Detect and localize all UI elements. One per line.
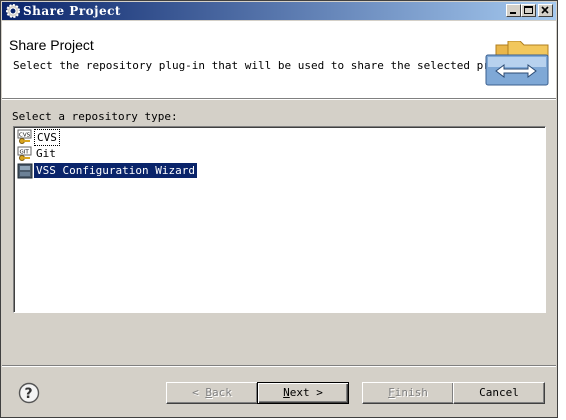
close-icon [541, 6, 549, 14]
banner-separator [2, 99, 556, 100]
git-icon: GIT [17, 146, 32, 161]
close-button[interactable] [538, 4, 553, 17]
page-title: Share Project [9, 37, 94, 53]
minimize-button[interactable] [506, 4, 521, 17]
cvs-icon: CVS [17, 129, 32, 144]
svg-text:GIT: GIT [20, 150, 30, 156]
svg-text:CVS: CVS [19, 133, 31, 139]
share-project-dialog: Share Project Share Project Select the r… [0, 0, 558, 418]
list-item-label: CVS [34, 129, 60, 146]
repository-type-list[interactable]: CVS CVS GIT Git VSS Configuration Wizard [13, 126, 546, 313]
finish-button[interactable]: Finish [362, 382, 454, 404]
vss-icon [17, 163, 33, 179]
eclipse-gear-icon [6, 4, 20, 18]
title-bar[interactable]: Share Project [2, 2, 556, 20]
page-description: Select the repository plug-in that will … [13, 59, 530, 72]
list-item-label: Git [36, 147, 56, 160]
help-icon[interactable]: ? [18, 382, 40, 404]
wizard-banner: Share Project Select the repository plug… [2, 21, 556, 99]
back-button[interactable]: < Back [166, 382, 258, 404]
minimize-icon [510, 12, 516, 14]
maximize-button[interactable] [521, 4, 536, 17]
repository-type-label: Select a repository type: [12, 110, 178, 123]
cancel-button[interactable]: Cancel [453, 382, 545, 404]
maximize-icon [524, 6, 533, 14]
share-folders-icon [485, 41, 549, 86]
window-title: Share Project [23, 4, 121, 18]
next-button[interactable]: Next > [257, 382, 349, 404]
list-item-label: VSS Configuration Wizard [34, 163, 197, 178]
svg-text:?: ? [25, 386, 33, 402]
